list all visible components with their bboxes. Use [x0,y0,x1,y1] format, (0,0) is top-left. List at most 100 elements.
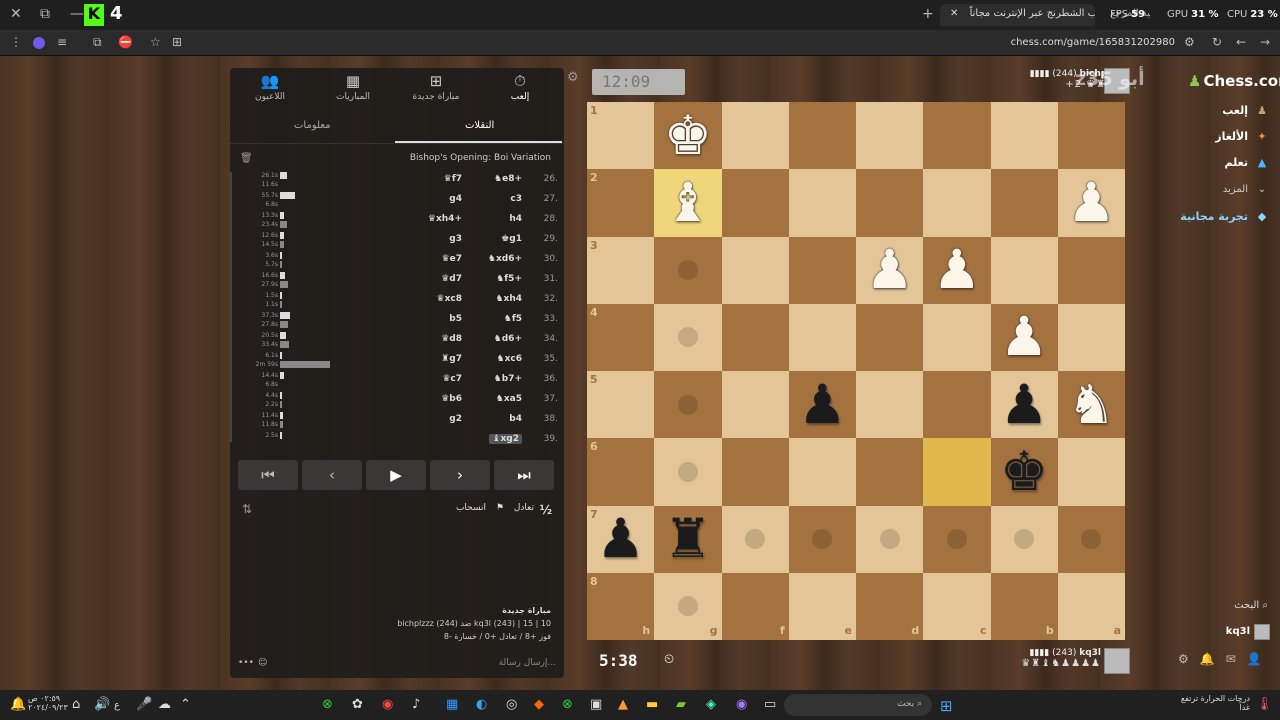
player-name[interactable]: kq3l [1079,648,1101,658]
white-king-piece[interactable]: ♚ [654,102,721,169]
last-move-button[interactable]: ⏭ [494,460,554,490]
black-move[interactable]: ♛d7 [441,274,462,284]
board-square[interactable]: 5 [587,371,655,439]
language-indicator[interactable]: ع [114,700,120,711]
bookmark-star-icon[interactable]: ☆ [150,35,161,49]
tiktok-icon[interactable]: ♪ [412,697,420,712]
nav-games[interactable]: ▦ المباريات [313,72,393,102]
network-icon[interactable]: ⌂ [72,697,80,712]
mail-icon[interactable]: ✉ [1226,652,1247,666]
board-square[interactable]: 8h [587,572,655,640]
trash-icon[interactable]: 🗑 [240,153,253,164]
board-square[interactable] [1057,303,1125,371]
sidebar-search[interactable]: البحث ⌕ [1234,600,1268,611]
prev-move-button[interactable]: ‹ [302,460,362,490]
legal-move-hint[interactable] [879,529,900,550]
white-move[interactable]: ♞b7+ [494,374,522,384]
board-square[interactable] [856,438,924,506]
black-move[interactable]: g3 [449,234,462,244]
board-square[interactable] [923,438,991,506]
board-square[interactable] [923,102,991,170]
black-move[interactable]: g4 [449,194,462,204]
board-square[interactable]: ♟ [990,371,1058,439]
tab-chess[interactable]: ✕ إلعب الشطرنج عبر الإنترنت مجاناً [940,4,1095,26]
board-square[interactable]: ♚ [654,102,722,170]
board-square[interactable]: c [923,572,991,640]
board-square[interactable]: 4 [587,303,655,371]
legal-move-hint[interactable] [677,394,698,415]
app-icon[interactable]: ◈ [706,697,716,712]
minimize-window-icon[interactable]: — [70,6,84,22]
white-move[interactable]: ♚g1 [501,234,522,244]
white-bishop-piece[interactable]: ♝ [654,169,721,236]
board-square[interactable] [721,303,789,371]
white-pawn-piece[interactable]: ♟ [923,237,990,304]
settings-gear-icon[interactable]: ⚙ [567,70,579,85]
black-pawn-piece[interactable]: ♟ [587,506,654,573]
steam-icon[interactable]: ◎ [506,697,517,712]
nav-players[interactable]: 👥 اللاعبون [230,72,310,102]
notifications-icon[interactable]: 🔔 [10,697,26,712]
weather-widget[interactable]: درجات الحرارة ترتفع غداً [1180,694,1250,712]
chrome-icon[interactable]: ◉ [382,697,393,712]
white-move[interactable]: ♞f5+ [496,274,522,284]
board-square[interactable]: 7 ♟ [587,505,655,573]
legal-move-hint[interactable] [812,529,833,550]
white-knight-piece[interactable]: ♞ [1058,371,1125,438]
sidebar-item-more[interactable]: المزيد ⌄ [1150,184,1270,195]
tab-info[interactable]: معلومات [294,120,330,131]
black-move[interactable]: ♛f7 [444,174,462,184]
board-square[interactable] [856,505,924,573]
black-pawn-piece[interactable]: ♟ [789,371,856,438]
clock-widget[interactable]: ٠٢:٥٩ ص ٢٠٢٤/٠٩/٢٣ [28,694,68,712]
url-text[interactable]: chess.com/game/165831202980 [1011,37,1175,48]
close-window-icon[interactable]: ✕ [10,6,22,22]
bottom-avatar[interactable] [1104,648,1130,674]
white-pawn-piece[interactable]: ♟ [856,237,923,304]
board-square[interactable] [990,505,1058,573]
board-square[interactable] [788,102,856,170]
black-rook-piece[interactable]: ♜ [654,506,721,573]
board-square[interactable] [1057,505,1125,573]
tab-moves[interactable]: النقلات [465,120,494,131]
board-square[interactable]: ♚ [990,438,1058,506]
black-move[interactable]: ♛e7 [442,254,462,264]
board-square[interactable] [990,169,1058,237]
board-square[interactable] [654,236,722,304]
white-move[interactable]: c3 [510,194,522,204]
board-square[interactable]: a [1057,572,1125,640]
board-square[interactable] [721,371,789,439]
xbox-icon[interactable]: ⊗ [562,697,573,712]
sidebar-item-puzzles[interactable]: الألغاز ✦ [1150,130,1270,143]
board-square[interactable] [923,505,991,573]
taskbar-search[interactable]: بحث ⌕ [784,694,932,716]
menu-dots-icon[interactable]: ⋮ [10,35,22,49]
store-icon[interactable]: ▦ [446,697,458,712]
reload-icon[interactable]: ↻ [1212,35,1222,49]
board-square[interactable]: 3 [587,236,655,304]
board-square[interactable] [1057,102,1125,170]
white-move[interactable]: b4 [509,414,522,424]
board-square[interactable] [788,169,856,237]
user-avatar[interactable] [1254,624,1270,640]
board-square[interactable] [856,169,924,237]
black-move[interactable]: ♛b6 [441,394,462,404]
board-square[interactable]: g [654,572,722,640]
mic-icon[interactable]: 🎤 [136,697,152,712]
onedrive-icon[interactable]: ☁ [158,697,171,712]
next-move-button[interactable]: › [430,460,490,490]
chat-input[interactable]: إرسال رسالة... [499,658,556,668]
white-move[interactable]: ♞f5 [504,314,522,324]
new-tab-icon[interactable]: + [922,6,934,22]
settings-icon[interactable]: ⚙ [1178,652,1200,666]
legal-move-hint[interactable] [677,260,698,281]
board-square[interactable] [654,303,722,371]
app-icon[interactable]: ✿ [352,697,363,712]
board-square[interactable] [923,169,991,237]
white-move[interactable]: ♞xd6+ [488,254,522,264]
board-square[interactable] [856,303,924,371]
folder-icon[interactable]: ▬ [646,697,658,712]
board-square[interactable] [1057,438,1125,506]
sidebar-item-learn[interactable]: تعلم ▲ [1150,156,1270,169]
board-square[interactable]: ♜ [654,505,722,573]
